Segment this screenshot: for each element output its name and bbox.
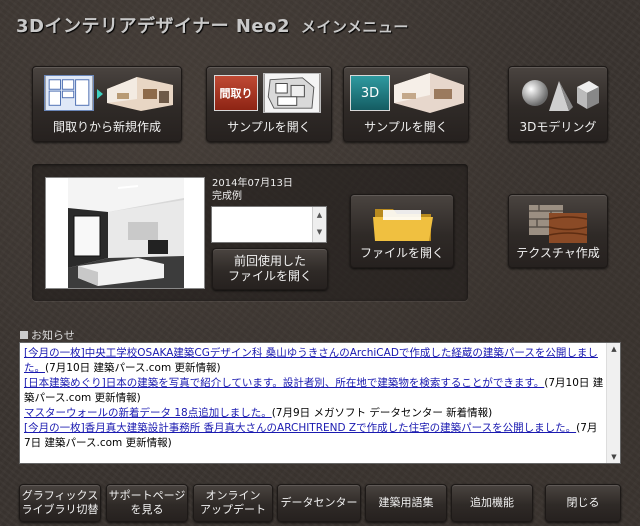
- news-scrollbar[interactable]: ▲ ▼: [606, 343, 620, 463]
- recent-room-render-icon: [68, 178, 184, 288]
- news-box: [今月の一枚]中央工学校OSAKA建築CGデザイン科 桑山ゆうきさんのArchi…: [19, 342, 621, 464]
- texture-swatches-icon: [529, 205, 588, 243]
- 3d-badge-icon: 3D: [350, 75, 390, 111]
- arrow-right-icon: [97, 89, 103, 99]
- add-features-label: 追加機能: [470, 496, 514, 509]
- data-center-button[interactable]: データセンター: [277, 484, 361, 522]
- open-file-button[interactable]: ファイルを開く: [350, 194, 454, 268]
- news-item: [日本建築めぐり]日本の建築を写真で紹介しています。設計者別、所在地で建築物を検…: [24, 376, 604, 406]
- glossary-button[interactable]: 建築用語集: [365, 484, 447, 522]
- open-sample-3d-label: サンプルを開く: [364, 120, 448, 134]
- recent-file-list[interactable]: ▲ ▼: [211, 206, 327, 243]
- app-title: 3Dインテリアデザイナー Neo2 メインメニュー: [16, 12, 409, 38]
- folder-icon: [373, 209, 433, 241]
- news-item: [今月の一枚]香月真大建築設計事務所 香月真大さんのARCHITREND Zで作…: [24, 421, 604, 451]
- sample-room-thumbnail-icon: [394, 73, 464, 113]
- scroll-down-icon[interactable]: ▼: [607, 453, 620, 461]
- graphics-library-label: グラフィックス ライブラリ切替: [21, 489, 99, 516]
- scroll-up-icon[interactable]: ▲: [607, 345, 620, 353]
- open-sample-3d-button[interactable]: 3D サンプルを開く: [343, 66, 469, 142]
- glossary-label: 建築用語集: [378, 496, 434, 509]
- news-item: マスターウォールの新着データ 18点追加しました。(7月9日 メガソフト データ…: [24, 406, 604, 421]
- news-content: [今月の一枚]中央工学校OSAKA建築CGデザイン科 桑山ゆうきさんのArchi…: [24, 346, 604, 451]
- news-heading: お知らせ: [20, 327, 75, 343]
- room-3d-thumbnail-icon: [107, 77, 173, 111]
- new-from-floorplan-button[interactable]: 間取りから新規作成: [32, 66, 182, 142]
- graphics-library-button[interactable]: グラフィックス ライブラリ切替: [19, 484, 101, 522]
- floorplan-grid-icon: [44, 75, 94, 111]
- open-previous-file-button[interactable]: 前回使用した ファイルを開く: [212, 248, 328, 290]
- 3d-modeling-button[interactable]: 3Dモデリング: [508, 66, 608, 142]
- floorplan-badge-text: 間取り: [219, 87, 253, 100]
- close-button[interactable]: 閉じる: [545, 484, 621, 522]
- open-previous-file-label: 前回使用した ファイルを開く: [227, 254, 312, 283]
- scroll-up-icon[interactable]: ▲: [313, 207, 326, 224]
- data-center-label: データセンター: [280, 496, 358, 509]
- app-title-text: 3Dインテリアデザイナー Neo2: [16, 16, 291, 37]
- scroll-down-icon[interactable]: ▼: [313, 224, 326, 241]
- news-heading-text: お知らせ: [31, 329, 75, 342]
- online-update-button[interactable]: オンライン アップデート: [193, 484, 273, 522]
- sample-floorplan-thumbnail-icon: [263, 73, 321, 113]
- recent-file-date: 2014年07月13日: [212, 178, 293, 189]
- support-page-label: サポートページ を見る: [108, 489, 186, 516]
- news-item-link[interactable]: [今月の一枚]香月真大建築設計事務所 香月真大さんのARCHITREND Zで作…: [24, 422, 576, 434]
- open-sample-floorplan-button[interactable]: 間取り サンプルを開く: [206, 66, 332, 142]
- online-update-label: オンライン アップデート: [200, 489, 266, 516]
- recent-file-preview[interactable]: [45, 177, 205, 289]
- news-item-link[interactable]: [日本建築めぐり]日本の建築を写真で紹介しています。設計者別、所在地で建築物を検…: [24, 377, 544, 389]
- news-item-meta: (7月9日 メガソフト データセンター 新着情報): [271, 407, 493, 419]
- 3d-modeling-label: 3Dモデリング: [519, 120, 597, 134]
- app-subtitle: メインメニュー: [300, 18, 409, 36]
- create-texture-label: テクスチャ作成: [516, 246, 600, 260]
- recent-file-info: 2014年07月13日 完成例: [212, 177, 293, 203]
- floorplan-badge-icon: 間取り: [214, 75, 258, 111]
- create-texture-button[interactable]: テクスチャ作成: [508, 194, 608, 268]
- recent-file-name: 完成例: [212, 191, 242, 202]
- recent-file-list-scrollbar[interactable]: ▲ ▼: [312, 207, 326, 242]
- add-features-button[interactable]: 追加機能: [451, 484, 533, 522]
- close-label: 閉じる: [566, 496, 600, 509]
- news-heading-square-icon: [20, 331, 28, 339]
- 3d-badge-text: 3D: [360, 85, 380, 101]
- support-page-button[interactable]: サポートページ を見る: [106, 484, 188, 522]
- news-item-meta: (7月10日 建築パース.com 更新情報): [45, 362, 221, 374]
- new-from-floorplan-label: 間取りから新規作成: [52, 120, 161, 134]
- open-file-label: ファイルを開く: [359, 246, 444, 260]
- 3d-shapes-icon: [522, 80, 599, 111]
- open-sample-floorplan-label: サンプルを開く: [227, 120, 311, 134]
- news-item-link[interactable]: マスターウォールの新着データ 18点追加しました。: [24, 407, 272, 419]
- news-item: [今月の一枚]中央工学校OSAKA建築CGデザイン科 桑山ゆうきさんのArchi…: [24, 346, 604, 376]
